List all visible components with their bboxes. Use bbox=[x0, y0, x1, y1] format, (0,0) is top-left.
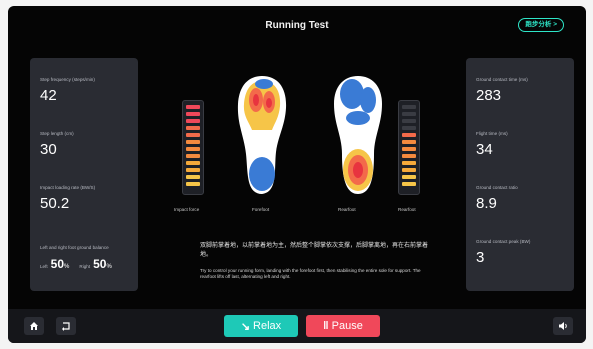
metric-flight-time: Flight time (ms) 34 bbox=[476, 131, 568, 158]
home-icon bbox=[30, 322, 38, 330]
metric-value: 3 bbox=[476, 249, 485, 266]
running-hint-english: Try to control your running form, landin… bbox=[200, 268, 421, 279]
percent-unit: % bbox=[64, 264, 70, 270]
caption-impact-force: Impact force bbox=[174, 207, 200, 212]
gauge-segment bbox=[402, 126, 416, 130]
gauge-segment bbox=[186, 119, 200, 123]
gauge-segment bbox=[402, 175, 416, 179]
left-metrics-panel: Step frequency (steps/min) 42 Step lengt… bbox=[30, 58, 138, 291]
report-button[interactable]: 跑步分析 > bbox=[518, 18, 564, 32]
right-foot-pressure-map bbox=[334, 76, 382, 194]
app-screen: Running Test 跑步分析 > Step frequency (step… bbox=[8, 6, 586, 343]
metric-label: Ground contact peak (BW) bbox=[476, 239, 531, 244]
caption-rearfoot: Rearfoot bbox=[338, 207, 356, 212]
gauge-segment bbox=[186, 140, 200, 144]
metric-step-frequency: Step frequency (steps/min) 42 bbox=[40, 77, 132, 104]
gauge-segment bbox=[186, 182, 200, 186]
metric-value: 283 bbox=[476, 87, 502, 104]
gauge-segment bbox=[186, 105, 200, 109]
running-hint-chinese: 双脚前掌着地，以前掌着地为主，然后整个脚掌依次支撑，后脚掌离地，再在右前掌着地。 bbox=[200, 243, 429, 258]
gauge-segment bbox=[186, 154, 200, 158]
metric-ground-contact-time: Ground contact time (ms) 283 bbox=[476, 77, 568, 104]
metric-value: 50.2 bbox=[40, 195, 70, 212]
page-title: Running Test bbox=[265, 20, 329, 31]
caption-rearfoot-gauge: Rearfoot bbox=[398, 207, 416, 212]
metric-label: Flight time (ms) bbox=[476, 131, 508, 136]
gauge-segment bbox=[186, 112, 200, 116]
gauge-segment bbox=[186, 147, 200, 151]
left-foot-pressure-map bbox=[237, 76, 287, 194]
gauge-segment bbox=[402, 133, 416, 137]
gauge-segment bbox=[402, 140, 416, 144]
gauge-segment bbox=[186, 175, 200, 179]
metric-label: Step frequency (steps/min) bbox=[40, 77, 95, 82]
gauge-segment bbox=[402, 147, 416, 151]
volume-icon bbox=[558, 322, 567, 330]
metric-label: Ground contact time (ms) bbox=[476, 77, 528, 82]
gauge-segment bbox=[402, 105, 416, 109]
gauge-segment bbox=[402, 119, 416, 123]
pause-button[interactable]: ‖ Pause bbox=[306, 315, 380, 337]
metric-value: 42 bbox=[40, 87, 57, 104]
gauge-segment bbox=[402, 154, 416, 158]
rearfoot-gauge bbox=[398, 100, 420, 195]
metric-ground-contact-peak: Ground contact peak (BW) 3 bbox=[476, 239, 568, 266]
pause-icon: ‖ bbox=[323, 320, 329, 332]
back-button[interactable] bbox=[56, 317, 76, 335]
back-icon bbox=[62, 322, 70, 331]
percent-unit: % bbox=[106, 264, 112, 270]
caption-forefoot: Forefoot bbox=[252, 207, 270, 212]
metric-step-length: Step length (cm) 30 bbox=[40, 131, 132, 158]
metric-value: 30 bbox=[40, 141, 57, 158]
gauge-segment bbox=[402, 168, 416, 172]
balance-left-value: 50 bbox=[50, 257, 65, 271]
metric-ground-contact-ratio: Ground contact ratio 8.9 bbox=[476, 185, 568, 212]
gauge-segment bbox=[186, 133, 200, 137]
impact-force-gauge bbox=[182, 100, 204, 195]
gauge-segment bbox=[402, 161, 416, 165]
balance-left-label: Left bbox=[40, 264, 48, 269]
bottom-toolbar: ↘ Relax ‖ Pause bbox=[8, 309, 586, 343]
gauge-segment bbox=[402, 182, 416, 186]
metric-impact-loading-rate: Impact loading rate (BW/S) 50.2 bbox=[40, 185, 132, 212]
gauge-segment bbox=[402, 112, 416, 116]
relax-button[interactable]: ↘ Relax bbox=[224, 315, 298, 337]
volume-button[interactable] bbox=[553, 317, 573, 335]
home-button[interactable] bbox=[24, 317, 44, 335]
pause-label: Pause bbox=[331, 320, 363, 332]
metric-label: Left and right foot ground balance bbox=[40, 245, 109, 250]
relax-icon: ↘ bbox=[240, 320, 251, 333]
balance-right-label: Right bbox=[79, 264, 91, 269]
metric-value: 34 bbox=[476, 141, 493, 158]
metric-label: Impact loading rate (BW/S) bbox=[40, 185, 96, 190]
metric-value: 8.9 bbox=[476, 195, 497, 212]
metric-label: Ground contact ratio bbox=[476, 185, 518, 190]
metric-label: Step length (cm) bbox=[40, 131, 74, 136]
gauge-segment bbox=[186, 168, 200, 172]
gauge-segment bbox=[186, 126, 200, 130]
relax-label: Relax bbox=[253, 320, 282, 332]
balance-right-value: 50 bbox=[93, 257, 107, 271]
metric-ground-balance: Left and right foot ground balance Left … bbox=[40, 245, 132, 271]
gauge-segment bbox=[186, 161, 200, 165]
right-metrics-panel: Ground contact time (ms) 283 Flight time… bbox=[466, 58, 574, 291]
